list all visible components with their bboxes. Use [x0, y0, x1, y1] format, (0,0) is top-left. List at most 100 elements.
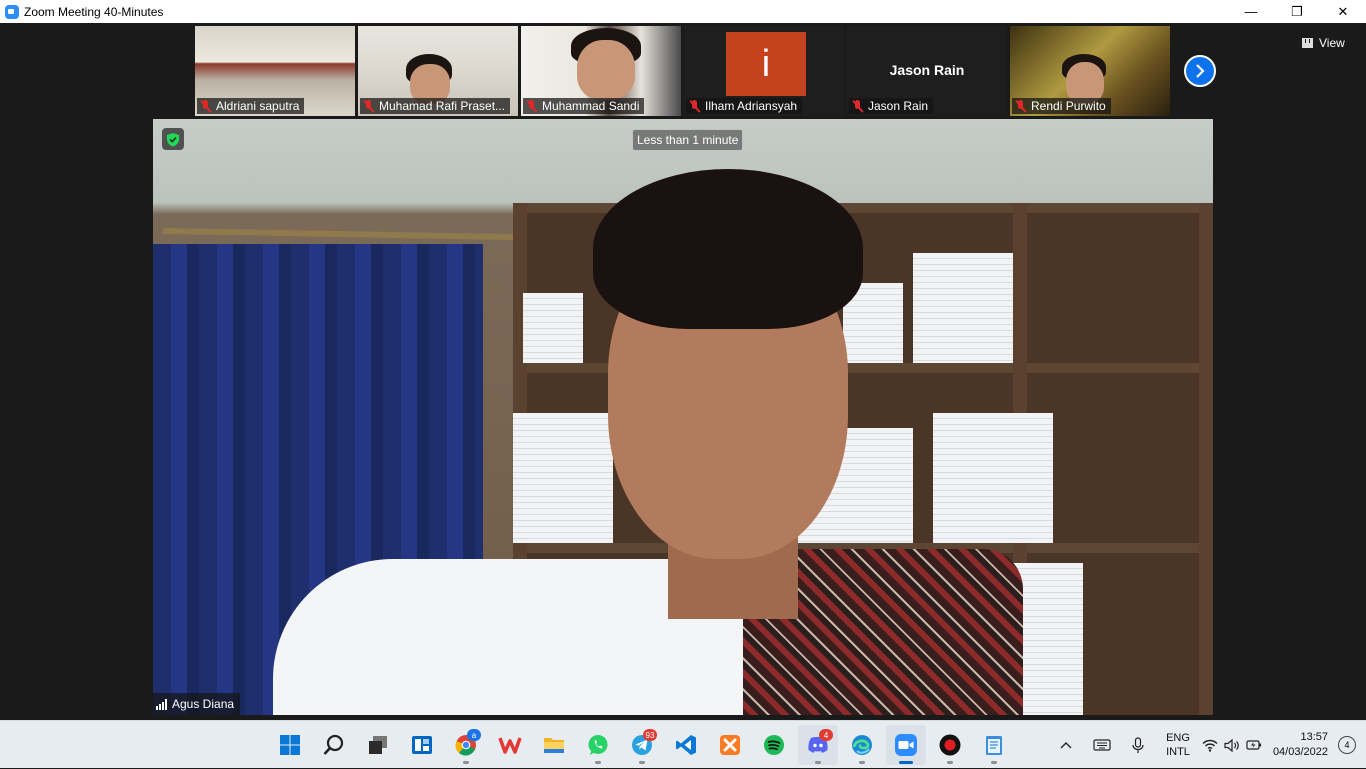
telegram-unread-badge: 93 [643, 729, 657, 741]
task-view-button[interactable] [358, 725, 398, 765]
whatsapp-app[interactable] [578, 725, 618, 765]
volume-icon [1224, 738, 1239, 752]
vscode-icon [676, 735, 696, 755]
running-indicator [639, 761, 645, 764]
muted-microphone-icon [363, 99, 374, 113]
zoom-icon [895, 734, 917, 756]
view-label: View [1319, 36, 1345, 50]
running-indicator [947, 761, 953, 764]
connection-signal-icon [156, 698, 167, 710]
system-tray: ENG INTL 13:57 04/03/2022 4 [1048, 721, 1366, 769]
start-button[interactable] [270, 725, 310, 765]
participant-name: Rendi Purwito [1031, 99, 1106, 113]
zoom-app-icon [5, 4, 19, 19]
chevron-up-icon [1060, 742, 1072, 749]
quick-settings-button[interactable] [1200, 721, 1264, 769]
notepad-app[interactable] [974, 725, 1014, 765]
folder-icon [544, 738, 564, 753]
battery-charging-icon [1246, 740, 1262, 750]
active-window-indicator [899, 761, 913, 764]
next-page-button[interactable] [1184, 55, 1216, 87]
meeting-area: Aldriani saputra Muhamad Rafi Praset... … [0, 23, 1366, 720]
shield-check-icon [167, 132, 179, 146]
wps-office-icon [498, 737, 522, 754]
encryption-shield-icon[interactable] [162, 128, 184, 150]
widgets-icon [412, 736, 432, 754]
shelf-post [1199, 203, 1213, 715]
widgets-button[interactable] [402, 725, 442, 765]
running-indicator [859, 761, 865, 764]
title-bar: Zoom Meeting 40-Minutes — ❐ ✕ [0, 0, 1366, 23]
paper-stack [913, 253, 1013, 363]
screen-recorder-app[interactable] [930, 725, 970, 765]
touch-keyboard-button[interactable] [1084, 721, 1120, 769]
telegram-app[interactable]: 93 [622, 725, 662, 765]
notepad-icon [986, 736, 1002, 755]
vscode-app[interactable] [666, 725, 706, 765]
participant-avatar: i [726, 32, 806, 96]
participant-tile[interactable]: Muhamad Rafi Praset... [358, 26, 518, 116]
minimize-button[interactable]: — [1228, 0, 1274, 23]
participant-tile[interactable]: Muhammad Sandi [521, 26, 681, 116]
gallery-view-icon [1302, 38, 1313, 48]
running-indicator [991, 761, 997, 764]
participant-name-bar: Aldriani saputra [197, 98, 305, 114]
microphone-in-use-button[interactable] [1120, 721, 1156, 769]
spotify-icon [764, 735, 784, 755]
participant-tile[interactable]: Rendi Purwito [1010, 26, 1170, 116]
edge-app[interactable] [842, 725, 882, 765]
task-view-icon [369, 736, 387, 754]
close-button[interactable]: ✕ [1320, 0, 1366, 23]
participant-name-bar: Jason Rain [849, 98, 934, 114]
chevron-right-icon [1196, 64, 1205, 78]
chrome-profile-badge: a [467, 729, 481, 741]
windows-taskbar: a 93 4 ENG INTL 13:57 04/03/2022 4 [0, 720, 1366, 768]
running-indicator [815, 761, 821, 764]
show-hidden-icons-button[interactable] [1048, 721, 1084, 769]
main-speaker-video[interactable]: Less than 1 minute Agus Diana [153, 119, 1213, 715]
view-button[interactable]: View [1302, 33, 1345, 53]
microphone-icon [1132, 736, 1144, 753]
participant-tile[interactable]: Aldriani saputra [195, 26, 355, 116]
discord-app[interactable]: 4 [798, 725, 838, 765]
chrome-app[interactable]: a [446, 725, 486, 765]
language-code: ENG [1166, 732, 1190, 744]
taskbar-apps: a 93 4 [270, 721, 1014, 769]
clock-time: 13:57 [1300, 731, 1328, 743]
participant-name-bar: Muhammad Sandi [523, 98, 645, 114]
muted-microphone-icon [200, 99, 211, 113]
participant-display-name: Jason Rain [889, 62, 965, 78]
restore-button[interactable]: ❐ [1274, 0, 1320, 23]
windows-start-icon [280, 735, 300, 755]
gallery-strip: Aldriani saputra Muhamad Rafi Praset... … [195, 26, 1170, 116]
participant-tile[interactable]: Jason Rain Jason Rain [847, 26, 1007, 116]
clock-date: 04/03/2022 [1272, 746, 1328, 758]
background-curtain-rod [162, 227, 514, 241]
spotify-app[interactable] [754, 725, 794, 765]
whatsapp-icon [588, 735, 608, 755]
xampp-app[interactable] [710, 725, 750, 765]
muted-microphone-icon [526, 99, 537, 113]
zoom-app[interactable] [886, 725, 926, 765]
participant-video-face [577, 40, 635, 100]
xampp-icon [720, 735, 740, 755]
notification-center-button[interactable]: 4 [1338, 736, 1356, 754]
participant-tile[interactable]: i Ilham Adriansyah [684, 26, 844, 116]
participant-name-bar: Rendi Purwito [1012, 98, 1111, 114]
participant-name: Ilham Adriansyah [705, 99, 798, 113]
speaker-name-bar: Agus Diana [153, 693, 241, 715]
record-icon [939, 734, 961, 756]
speaker-head [573, 169, 873, 619]
search-button[interactable] [314, 725, 354, 765]
keyboard-layout: INTL [1166, 746, 1190, 758]
file-explorer-app[interactable] [534, 725, 574, 765]
input-language-button[interactable]: ENG INTL [1156, 721, 1200, 769]
edge-icon [852, 735, 872, 755]
participant-name: Jason Rain [868, 99, 929, 113]
clock-button[interactable]: 13:57 04/03/2022 [1264, 721, 1334, 769]
window-controls: — ❐ ✕ [1228, 0, 1366, 23]
speaker-hair [593, 169, 863, 329]
running-indicator [595, 761, 601, 764]
paper-stack [933, 413, 1053, 543]
wps-office-app[interactable] [490, 725, 530, 765]
